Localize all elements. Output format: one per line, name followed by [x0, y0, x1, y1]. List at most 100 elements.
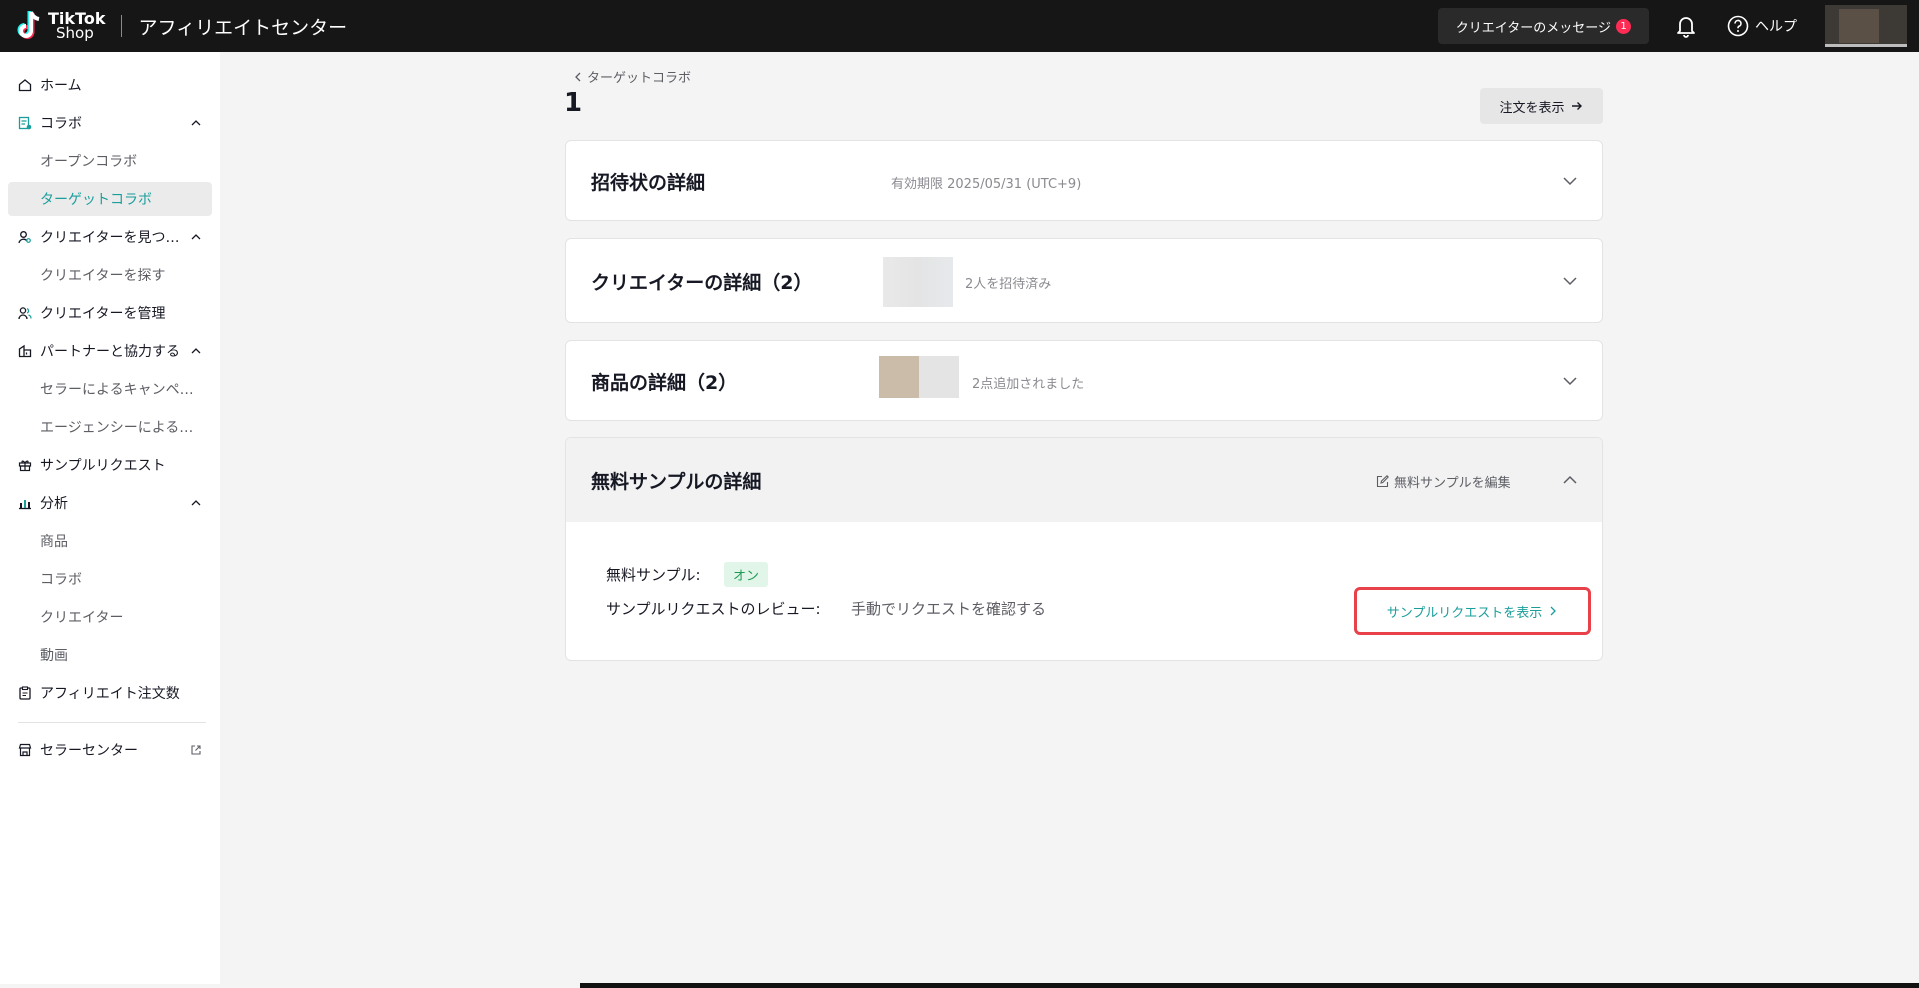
- products-added-count: 2点追加されました: [972, 377, 1085, 392]
- home-icon: [18, 79, 32, 92]
- sidebar-item-label: サンプルリクエスト: [40, 458, 166, 474]
- free-sample-status-badge: オン: [724, 562, 769, 587]
- sidebar-item-home[interactable]: ホーム: [8, 68, 212, 102]
- chevron-right-icon: [1550, 606, 1557, 616]
- help-label: ヘルプ: [1755, 19, 1797, 35]
- sidebar-item-label: アフィリエイト注文数: [40, 686, 180, 702]
- logo-divider: [121, 15, 123, 37]
- messages-count-badge: 1: [1616, 18, 1631, 34]
- sidebar-item-label: 分析: [40, 496, 68, 512]
- expiry-date: 有効期限 2025/05/31 (UTC+9): [891, 177, 1082, 192]
- sidebar-item-partners[interactable]: パートナーと協力する: [8, 334, 212, 368]
- creator-details-title: クリエイターの詳細（2）: [591, 272, 813, 294]
- tiktok-shop-logo[interactable]: TikTok Shop: [14, 0, 105, 52]
- sidebar-item-open-collab[interactable]: オープンコラボ: [8, 144, 212, 178]
- bottom-scroll-indicator: [580, 983, 1919, 988]
- sidebar-item-label: 動画: [40, 648, 68, 664]
- chevron-up-icon: [191, 500, 201, 506]
- sidebar-item-manage-creators[interactable]: クリエイターを管理: [8, 296, 212, 330]
- sidebar-item-analytics-products[interactable]: 商品: [8, 524, 212, 558]
- bar-chart-icon: [19, 500, 31, 510]
- sidebar-item-seller-campaign[interactable]: セラーによるキャンペ…: [8, 372, 212, 406]
- view-sample-requests-button[interactable]: サンプルリクエストを表示: [1354, 587, 1591, 635]
- sample-review-label: サンプルリクエストのレビュー:: [606, 600, 821, 618]
- creator-messages-label: クリエイターのメッセージ: [1455, 20, 1611, 36]
- product-details-title: 商品の詳細（2）: [591, 372, 738, 394]
- external-link-icon: [191, 745, 201, 755]
- view-orders-label: 注文を表示: [1499, 100, 1565, 116]
- chevron-down-icon[interactable]: [1562, 173, 1578, 189]
- sidebar-item-analytics-collab[interactable]: コラボ: [8, 562, 212, 596]
- sidebar-item-sample-requests[interactable]: サンプルリクエスト: [8, 448, 212, 482]
- top-bar: TikTok Shop アフィリエイトセンター クリエイターのメッセージ 1 ヘ…: [0, 0, 1919, 52]
- sample-review-value: 手動でリクエストを確認する: [851, 600, 1047, 618]
- sidebar-item-label: コラボ: [40, 116, 82, 132]
- sidebar-item-affiliate-orders[interactable]: アフィリエイト注文数: [8, 676, 212, 710]
- arrow-right-icon: [1571, 102, 1582, 110]
- creator-details-card[interactable]: クリエイターの詳細（2） 2人を招待済み: [565, 238, 1603, 323]
- free-sample-details-card: 無料サンプルの詳細 無料サンプルを編集 無料サンプル: オン サンプルリクエスト…: [565, 437, 1603, 661]
- sidebar-item-label: クリエイターを探す: [40, 268, 166, 284]
- sidebar-item-label: パートナーと協力する: [40, 344, 180, 360]
- sidebar-item-agency[interactable]: エージェンシーによる…: [8, 410, 212, 444]
- invitation-details-card[interactable]: 招待状の詳細 有効期限 2025/05/31 (UTC+9): [565, 140, 1603, 221]
- sidebar-item-label: エージェンシーによる…: [40, 420, 194, 436]
- building-icon: [18, 344, 32, 358]
- tiktok-logo-icon: [17, 11, 40, 39]
- sidebar-item-label: セラーセンター: [40, 743, 138, 759]
- view-sample-requests-label: サンプルリクエストを表示: [1386, 605, 1543, 621]
- view-orders-button[interactable]: 注文を表示: [1480, 88, 1603, 124]
- product-details-card[interactable]: 商品の詳細（2） 2点追加されました: [565, 340, 1603, 421]
- gift-icon: [18, 460, 32, 472]
- store-icon: [18, 743, 32, 757]
- chevron-up-icon: [191, 120, 201, 126]
- chevron-up-icon: [191, 234, 201, 240]
- bell-icon[interactable]: [1673, 13, 1699, 39]
- breadcrumb-label: ターゲットコラボ: [587, 71, 692, 86]
- help-button[interactable]: ヘルプ: [1727, 15, 1797, 37]
- help-icon: [1727, 15, 1749, 37]
- collab-doc-icon: [18, 116, 32, 130]
- sidebar-item-label: クリエイターを見つ…: [40, 230, 180, 246]
- sidebar-item-label: ターゲットコラボ: [40, 192, 152, 208]
- edit-free-sample-label: 無料サンプルを編集: [1394, 476, 1511, 491]
- product-thumbnail-2: [919, 356, 959, 398]
- sidebar-item-label: クリエイター: [40, 610, 124, 626]
- sidebar-item-label: 商品: [40, 534, 68, 550]
- sidebar-item-seller-center[interactable]: セラーセンター: [8, 733, 212, 767]
- free-sample-details-title: 無料サンプルの詳細: [591, 471, 762, 493]
- clipboard-icon: [19, 686, 31, 700]
- breadcrumb[interactable]: ターゲットコラボ: [572, 67, 691, 86]
- user-avatar[interactable]: [1825, 5, 1907, 47]
- creator-avatars-thumbnail: [883, 257, 953, 307]
- sidebar-item-analytics-creators[interactable]: クリエイター: [8, 600, 212, 634]
- sidebar-item-collab[interactable]: コラボ: [8, 106, 212, 140]
- creator-messages-button[interactable]: クリエイターのメッセージ 1: [1437, 8, 1649, 44]
- edit-icon: [1376, 475, 1389, 488]
- users-icon: [18, 307, 32, 320]
- product-thumbnail-1: [879, 356, 919, 398]
- edit-free-sample-button[interactable]: 無料サンプルを編集: [1376, 472, 1511, 491]
- sidebar-item-analytics-videos[interactable]: 動画: [8, 638, 212, 672]
- chevron-down-icon[interactable]: [1562, 373, 1578, 389]
- free-sample-label: 無料サンプル:: [606, 566, 701, 584]
- top-right-actions: クリエイターのメッセージ 1 ヘルプ: [1437, 0, 1919, 52]
- logo-text: TikTok Shop: [48, 11, 105, 41]
- sidebar-item-analytics[interactable]: 分析: [8, 486, 212, 520]
- chevron-up-icon: [191, 348, 201, 354]
- sidebar-item-label: ホーム: [40, 78, 82, 94]
- sidebar-divider: [18, 722, 206, 723]
- user-search-icon: [18, 231, 31, 244]
- sidebar-item-label: コラボ: [40, 572, 82, 588]
- invited-count: 2人を招待済み: [965, 277, 1052, 292]
- page-title: 1: [564, 88, 583, 118]
- invitation-details-title: 招待状の詳細: [591, 172, 706, 194]
- chevron-up-icon[interactable]: [1562, 472, 1578, 488]
- chevron-down-icon[interactable]: [1562, 273, 1578, 289]
- sidebar-item-label: オープンコラボ: [40, 154, 138, 170]
- logo-line2: Shop: [56, 24, 94, 42]
- app-title: アフィリエイトセンター: [138, 16, 348, 39]
- sidebar-item-target-collab[interactable]: ターゲットコラボ: [8, 182, 212, 216]
- sidebar-item-find-creators[interactable]: クリエイターを探す: [8, 258, 212, 292]
- sidebar-item-find-creators-group[interactable]: クリエイターを見つ…: [8, 220, 212, 254]
